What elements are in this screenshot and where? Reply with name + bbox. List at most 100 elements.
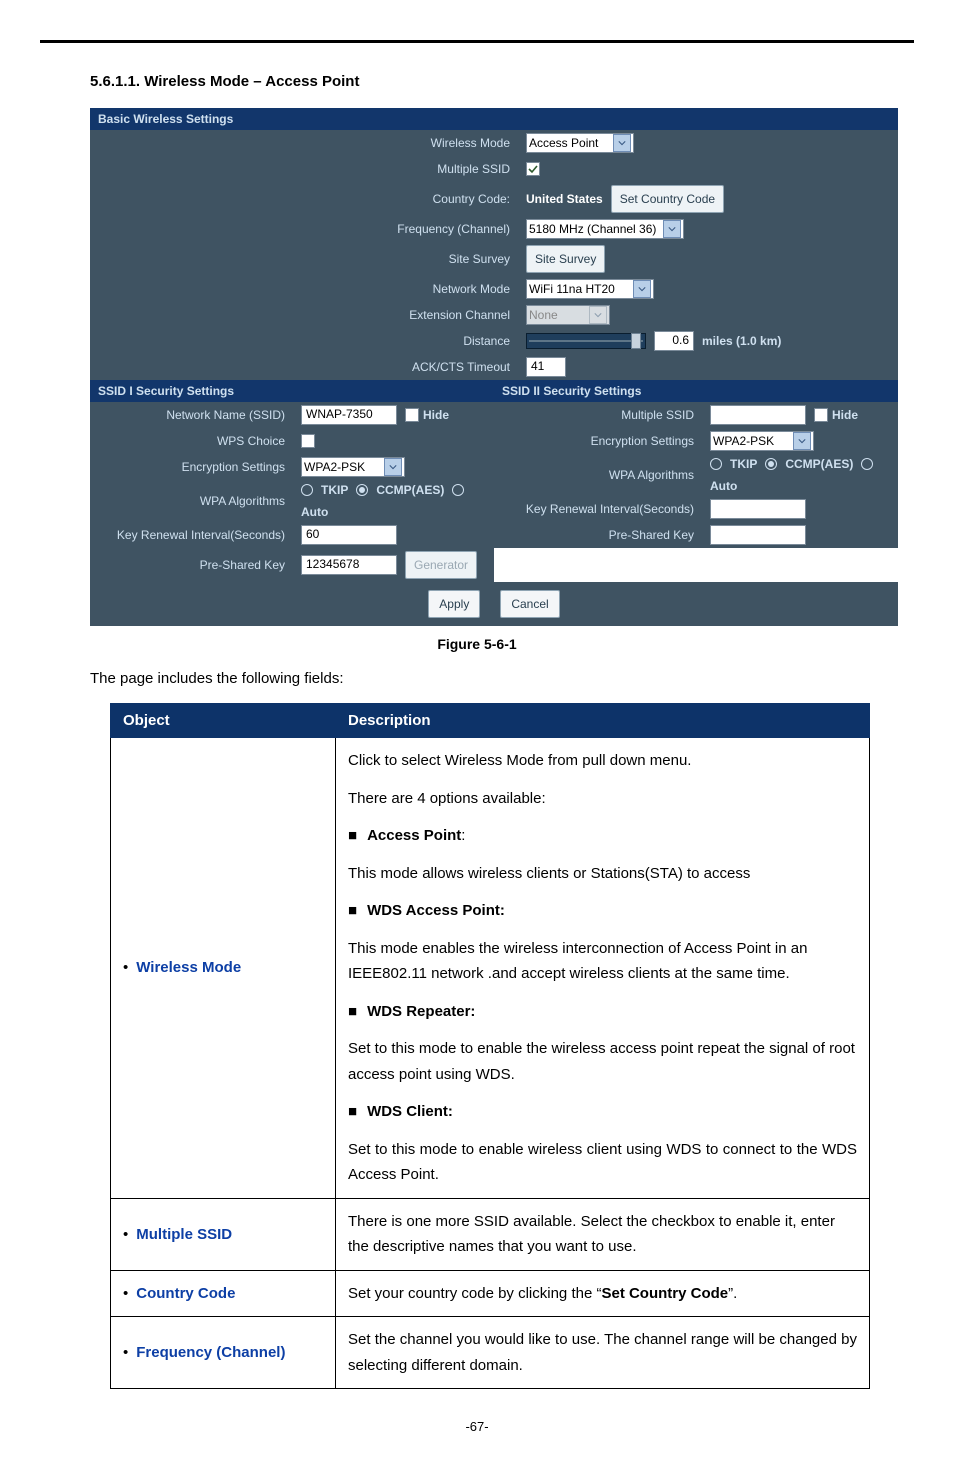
table-cell-object: •Wireless Mode [111, 738, 336, 1199]
ssid1-alg-tkip-radio[interactable] [301, 484, 313, 496]
desc-line: This mode allows wireless clients or Sta… [348, 861, 857, 887]
chevron-down-icon [663, 220, 681, 238]
apply-button[interactable]: Apply [428, 590, 480, 618]
desc-line: There is one more SSID available. Select… [348, 1209, 857, 1260]
label-multiple-ssid: Multiple SSID [90, 159, 520, 179]
ssid1-enc-select[interactable]: WPA2-PSK [301, 457, 405, 477]
network-mode-value: WiFi 11na HT20 [529, 282, 629, 296]
ssid1-hide-checkbox[interactable] [405, 408, 419, 422]
chevron-down-icon [793, 432, 811, 450]
object-wireless-mode: Wireless Mode [136, 959, 241, 976]
page-number: -67- [40, 1419, 914, 1434]
label-frequency: Frequency (Channel) [90, 219, 520, 239]
object-multiple-ssid: Multiple SSID [136, 1226, 232, 1243]
basic-settings-header: Basic Wireless Settings [90, 108, 898, 130]
label-ssid2-psk: Pre-Shared Key [494, 525, 704, 545]
ssid1-alg-ccmp-radio[interactable] [356, 484, 368, 496]
site-survey-button[interactable]: Site Survey [526, 245, 605, 273]
intro-text: The page includes the following fields: [90, 670, 914, 687]
table-cell-object: •Country Code [111, 1270, 336, 1317]
desc-line: There are 4 options available: [348, 786, 857, 812]
ssid2-alg-auto-label: Auto [710, 479, 737, 493]
ssid1-name-input[interactable]: WNAP-7350 [301, 405, 397, 425]
ssid1-alg-auto-radio[interactable] [452, 484, 464, 496]
label-ssid1-renew: Key Renewal Interval(Seconds) [90, 525, 295, 545]
section-heading: 5.6.1.1. Wireless Mode – Access Point [90, 73, 914, 90]
label-ssid2-renew: Key Renewal Interval(Seconds) [494, 499, 704, 519]
extension-channel-value: None [529, 308, 585, 322]
country-code-value: United States [526, 192, 603, 206]
frequency-select[interactable]: 5180 MHz (Channel 36) [526, 219, 684, 239]
label-ssid1-enc: Encryption Settings [90, 457, 295, 477]
label-ssid2-alg: WPA Algorithms [494, 465, 704, 485]
desc-line: This mode enables the wireless interconn… [348, 936, 857, 987]
cancel-button[interactable]: Cancel [500, 590, 559, 618]
ssid2-alg-ccmp-radio[interactable] [765, 458, 777, 470]
table-cell-description: Set your country code by clicking the “S… [336, 1270, 870, 1317]
figure-caption: Figure 5-6-1 [40, 636, 914, 652]
ssid1-generator-button[interactable]: Generator [405, 551, 477, 579]
ssid1-psk-input[interactable]: 12345678 [301, 555, 397, 575]
ssid2-hide-checkbox[interactable] [814, 408, 828, 422]
desc-line: ”. [728, 1285, 737, 1302]
table-cell-description: There is one more SSID available. Select… [336, 1198, 870, 1270]
extension-channel-select: None [526, 305, 610, 325]
table-cell-object: •Multiple SSID [111, 1198, 336, 1270]
ssid1-hide-label: Hide [423, 408, 449, 422]
table-header-description: Description [336, 704, 870, 738]
ssid2-psk-input[interactable] [710, 525, 806, 545]
ssid1-alg-ccmp-label: CCMP(AES) [376, 483, 444, 497]
set-country-code-button[interactable]: Set Country Code [611, 185, 724, 213]
opt-wds-client: WDS Client: [367, 1103, 453, 1120]
ssid2-name-input[interactable] [710, 405, 806, 425]
chevron-down-icon [384, 458, 402, 476]
desc-line-bold: Set Country Code [601, 1285, 728, 1302]
distance-slider[interactable] [526, 333, 646, 349]
panel-footer: Apply Cancel [90, 582, 898, 626]
ssid2-enc-select[interactable]: WPA2-PSK [710, 431, 814, 451]
ssid2-alg-auto-radio[interactable] [861, 458, 873, 470]
frequency-value: 5180 MHz (Channel 36) [529, 222, 659, 236]
label-site-survey: Site Survey [90, 249, 520, 269]
ssid2-alg-ccmp-label: CCMP(AES) [785, 457, 853, 471]
section-number: 5.6.1.1. [90, 73, 140, 90]
ssid1-wps-checkbox[interactable] [301, 434, 315, 448]
chevron-down-icon [633, 280, 651, 298]
label-ssid2-multiple: Multiple SSID [494, 405, 704, 425]
opt-access-point: Access Point [367, 827, 461, 844]
multiple-ssid-checkbox[interactable] [526, 162, 540, 176]
ssid2-header: SSID II Security Settings [494, 380, 898, 402]
label-ssid2-enc: Encryption Settings [494, 431, 704, 451]
network-mode-select[interactable]: WiFi 11na HT20 [526, 279, 654, 299]
object-frequency: Frequency (Channel) [136, 1344, 285, 1361]
description-table: Object Description •Wireless Mode Click … [110, 703, 870, 1389]
chevron-down-icon [613, 134, 631, 152]
slider-thumb[interactable] [631, 333, 641, 349]
distance-input[interactable]: 0.6 [654, 331, 694, 351]
desc-line: Click to select Wireless Mode from pull … [348, 748, 857, 774]
wireless-settings-panel: Basic Wireless Settings Wireless Mode Ac… [90, 108, 898, 626]
label-ssid1-wps: WPS Choice [90, 431, 295, 451]
label-ssid1-alg: WPA Algorithms [90, 491, 295, 511]
label-ssid1-psk: Pre-Shared Key [90, 555, 295, 575]
ssid2-renew-input[interactable] [710, 499, 806, 519]
ssid1-renew-input[interactable]: 60 [301, 525, 397, 545]
ack-timeout-input[interactable]: 41 [526, 357, 566, 377]
ssid2-alg-tkip-radio[interactable] [710, 458, 722, 470]
opt-wds-ap: WDS Access Point: [367, 902, 505, 919]
desc-line: Set to this mode to enable wireless clie… [348, 1137, 857, 1188]
ssid2-enc-value: WPA2-PSK [713, 434, 789, 448]
label-country-code: Country Code: [90, 189, 520, 209]
label-wireless-mode: Wireless Mode [90, 133, 520, 153]
table-cell-description: Click to select Wireless Mode from pull … [336, 738, 870, 1199]
ssid2-hide-label: Hide [832, 408, 858, 422]
label-ssid1-name: Network Name (SSID) [90, 405, 295, 425]
object-country-code: Country Code [136, 1285, 235, 1302]
label-distance: Distance [90, 331, 520, 351]
opt-wds-repeater: WDS Repeater: [367, 1003, 475, 1020]
ssid1-header: SSID I Security Settings [90, 380, 494, 402]
page-top-rule [40, 40, 914, 43]
wireless-mode-select[interactable]: Access Point [526, 133, 634, 153]
ssid1-enc-value: WPA2-PSK [304, 460, 380, 474]
label-ack-timeout: ACK/CTS Timeout [90, 357, 520, 377]
